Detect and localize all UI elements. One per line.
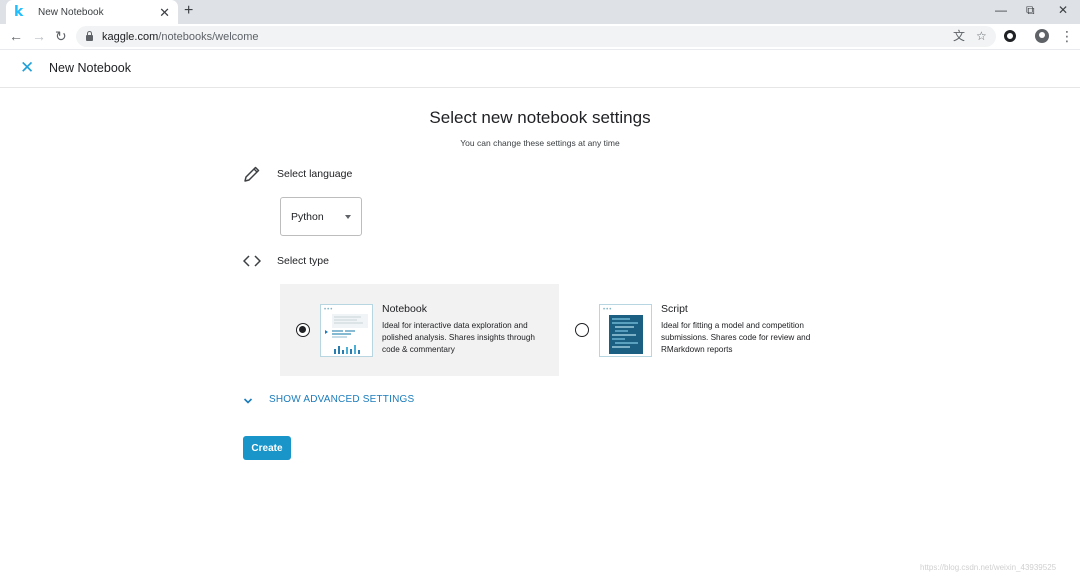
type-label: Select type [277,255,329,267]
create-button[interactable]: Create [243,436,291,460]
notebook-name: Notebook [382,303,427,315]
translate-icon[interactable]: 文 [953,29,965,44]
header-title: New Notebook [49,61,131,75]
script-description: Ideal for fitting a model and competitio… [661,321,811,354]
language-label: Select language [277,168,353,180]
page-title: Select new notebook settings [429,108,651,127]
restore-icon[interactable]: ⧉ [1026,2,1035,18]
minimize-icon[interactable]: — [995,2,1007,18]
language-select[interactable]: Python [280,197,362,236]
language-value: Python [291,210,324,223]
script-radio[interactable] [575,323,589,337]
kaggle-favicon-icon: k [14,4,24,20]
tab-strip: k New Notebook ✕ + — ⧉ ✕ [0,0,1080,24]
tab-close-icon[interactable]: ✕ [159,6,170,19]
forward-icon[interactable]: → [32,28,46,44]
browser-tab[interactable]: k New Notebook ✕ [6,0,178,24]
browser-toolbar: ← → ↻ kaggle.com/notebooks/welcome 文 ☆ [0,24,1080,50]
reload-icon[interactable]: ↻ [55,28,67,44]
url-host: kaggle.com [102,30,159,43]
lock-icon [86,31,93,41]
back-icon[interactable]: ← [9,28,23,44]
chevron-down-icon[interactable] [243,393,253,404]
chevron-down-icon [345,214,351,219]
pencil-icon [243,165,261,188]
url-path: /notebooks/welcome [158,30,259,43]
extension-icon[interactable] [1004,30,1016,42]
notebook-description: Ideal for interactive data exploration a… [382,321,535,354]
watermark: https://blog.csdn.net/weixin_43939525 [920,563,1057,572]
app-header: ✕ New Notebook [0,50,1080,88]
notebook-radio[interactable] [296,323,310,337]
tab-title: New Notebook [38,6,104,18]
new-tab-button[interactable]: + [184,3,193,19]
script-thumbnail-icon: ••• [599,304,652,357]
code-icon [242,254,262,273]
type-option-script[interactable]: ••• Script Ideal for fitting a model and… [559,284,838,376]
page-subtitle: You can change these settings at any tim… [460,138,620,148]
notebook-thumbnail-icon: ••• [320,304,373,357]
menu-icon[interactable]: ⋮ [1060,28,1074,44]
script-name: Script [661,303,688,315]
show-advanced-settings-link[interactable]: SHOW ADVANCED SETTINGS [269,394,414,405]
close-icon[interactable]: ✕ [20,58,34,78]
profile-icon[interactable] [1035,29,1049,43]
star-icon[interactable]: ☆ [976,29,987,44]
type-option-notebook[interactable]: ••• Notebook Ideal for interactive data … [280,284,559,376]
window-close-icon[interactable]: ✕ [1058,2,1068,18]
address-bar[interactable]: kaggle.com/notebooks/welcome 文 ☆ [76,26,996,47]
